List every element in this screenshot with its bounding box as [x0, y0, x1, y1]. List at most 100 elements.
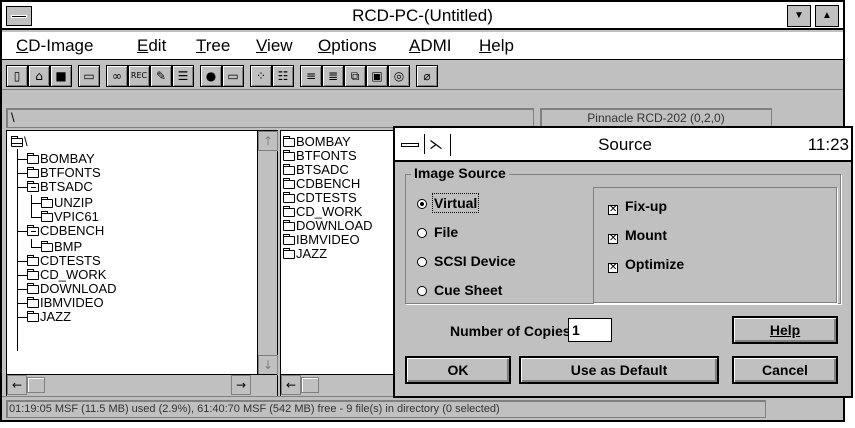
device-label: Pinnacle RCD-202 (0,2,0) — [540, 108, 772, 128]
tree-vertical-scrollbar[interactable]: ↑ ↓ — [257, 131, 278, 375]
list-item[interactable]: CDTESTS — [283, 191, 357, 205]
menu-edit[interactable]: Edit — [137, 36, 166, 56]
view-tree-icon[interactable]: ⁘ — [250, 65, 272, 87]
view-list-icon[interactable]: ☷ — [272, 65, 294, 87]
properties-icon[interactable]: ▣ — [366, 65, 388, 87]
list-item[interactable]: CD_WORK — [283, 205, 362, 219]
menu-help[interactable]: Help — [479, 36, 514, 56]
radio-scsi-device[interactable]: SCSI Device — [417, 253, 516, 269]
tree-root[interactable]: \ — [11, 135, 28, 149]
scroll-thumb[interactable] — [27, 377, 45, 393]
checkbox-mount[interactable]: ✕ Mount — [608, 227, 667, 244]
checkbox-mount-label: Mount — [625, 227, 667, 243]
minimize-button[interactable]: ▼ — [787, 5, 811, 27]
menu-admi[interactable]: ADMI — [409, 36, 452, 56]
menu-options[interactable]: Options — [318, 36, 377, 56]
tree-item[interactable]: CDBENCH — [27, 224, 104, 238]
menu-bar: CD-Image Edit Tree View Options ADMI Hel… — [2, 32, 843, 60]
menu-tree[interactable]: Tree — [196, 36, 230, 56]
file-list[interactable]: BOMBAY BTFONTS BTSADC CDBENCH CDTESTS CD… — [280, 130, 410, 397]
scroll-left-arrow-icon[interactable]: ← — [7, 375, 27, 395]
tree-item[interactable]: BTSADC — [27, 180, 93, 194]
tree-item[interactable]: JAZZ — [27, 310, 71, 324]
cancel-button[interactable]: Cancel — [732, 356, 838, 384]
maximize-button[interactable]: ▲ — [815, 5, 839, 27]
menu-tree-mnemonic: T — [196, 36, 206, 55]
list-item[interactable]: BOMBAY — [283, 135, 351, 149]
tree-item-label: CDTESTS — [40, 253, 101, 268]
folder-icon — [41, 197, 53, 208]
pencil-icon[interactable]: ✎ — [150, 65, 172, 87]
radio-file[interactable]: File — [417, 224, 458, 240]
drive-icon[interactable]: ▭ — [222, 65, 244, 87]
menu-admi-label: DMI — [420, 36, 452, 55]
tree-item[interactable]: DOWNLOAD — [27, 282, 117, 296]
clock: 11:23 — [807, 135, 849, 154]
save-icon[interactable]: ■ — [50, 65, 72, 87]
checkbox-optimize[interactable]: ✕ Optimize — [608, 256, 684, 273]
help-button-label: Help — [769, 322, 801, 338]
list-icon[interactable]: ☰ — [172, 65, 194, 87]
menu-view-label: iew — [267, 36, 293, 55]
tree-item[interactable]: BOMBAY — [27, 152, 95, 166]
radio-icon — [417, 257, 427, 267]
tree-item[interactable]: CD_WORK — [27, 268, 106, 282]
radio-file-label: File — [434, 224, 459, 240]
scroll-left-arrow-icon[interactable]: ← — [281, 375, 301, 395]
window-icon[interactable]: ▭ — [78, 65, 100, 87]
glasses-icon[interactable]: ∞ — [106, 65, 128, 87]
list-item[interactable]: BTFONTS — [283, 149, 357, 163]
checkbox-checked-icon: ✕ — [608, 204, 618, 215]
directory-tree[interactable]: \ BOMBAY BTFONTS BTSADC UNZIP VPIC61 CDB… — [6, 130, 278, 397]
tree-connector — [31, 247, 41, 248]
sort-alt-icon[interactable]: ≣ — [322, 65, 344, 87]
radio-virtual[interactable]: Virtual — [417, 193, 480, 213]
sort-icon[interactable]: ≡ — [300, 65, 322, 87]
tree-item[interactable]: BTFONTS — [27, 166, 101, 180]
radio-cue-sheet[interactable]: Cue Sheet — [417, 282, 502, 298]
list-item[interactable]: JAZZ — [283, 247, 327, 261]
copy-icon[interactable]: ⧉ — [344, 65, 366, 87]
scroll-thumb[interactable] — [301, 377, 319, 393]
list-item[interactable]: CDBENCH — [283, 177, 360, 191]
tree-horizontal-scrollbar[interactable]: ← → — [7, 374, 277, 396]
list-item[interactable]: DOWNLOAD — [283, 219, 373, 233]
folder-icon — [283, 150, 295, 161]
help-button[interactable]: Help — [732, 316, 838, 344]
eraser-icon[interactable]: ⌀ — [416, 65, 438, 87]
title-bar: RCD-PC-(Untitled) ▼ ▲ — [2, 2, 843, 30]
list-item-label: CD_WORK — [296, 204, 363, 219]
menu-view[interactable]: View — [256, 36, 293, 56]
pin-icon[interactable]: ⋋ — [429, 134, 451, 156]
source-dialog: ⋋ Source 11:23 Image Source Virtual File… — [393, 126, 853, 398]
current-path: \ — [6, 108, 534, 128]
scroll-down-arrow-icon[interactable]: ↓ — [258, 355, 278, 375]
new-icon[interactable]: ▯ — [6, 65, 28, 87]
tree-item[interactable]: BMP — [41, 240, 82, 254]
use-as-default-button[interactable]: Use as Default — [519, 356, 719, 384]
copies-input[interactable]: 1 — [568, 318, 612, 342]
list-item[interactable]: BTSADC — [283, 163, 349, 177]
tree-item[interactable]: VPIC61 — [41, 210, 99, 224]
open-icon[interactable]: ⌂ — [28, 65, 50, 87]
menu-cd-image[interactable]: CD-Image — [16, 36, 93, 56]
ok-button[interactable]: OK — [405, 356, 511, 384]
tree-connector — [17, 149, 18, 351]
tree-connector — [17, 261, 27, 262]
tree-item[interactable]: IBMVIDEO — [27, 296, 104, 310]
cd-icon[interactable]: ◎ — [388, 65, 410, 87]
tree-item-label: CDBENCH — [40, 223, 105, 238]
checkbox-fix-up[interactable]: ✕ Fix-up — [608, 198, 667, 215]
scroll-up-arrow-icon[interactable]: ↑ — [258, 131, 278, 151]
tree-item[interactable]: UNZIP — [41, 196, 93, 210]
tree-item[interactable]: CDTESTS — [27, 254, 101, 268]
file-horizontal-scrollbar[interactable]: ← — [281, 374, 409, 396]
record-icon[interactable]: REC — [128, 65, 150, 87]
list-item-label: JAZZ — [296, 246, 328, 261]
binoculars-icon[interactable]: ● — [200, 65, 222, 87]
list-item[interactable]: IBMVIDEO — [283, 233, 360, 247]
dialog-system-menu[interactable] — [399, 134, 425, 154]
scroll-right-arrow-icon[interactable]: → — [231, 375, 251, 395]
folder-icon — [283, 178, 295, 189]
tree-item-label: BOMBAY — [40, 151, 95, 166]
